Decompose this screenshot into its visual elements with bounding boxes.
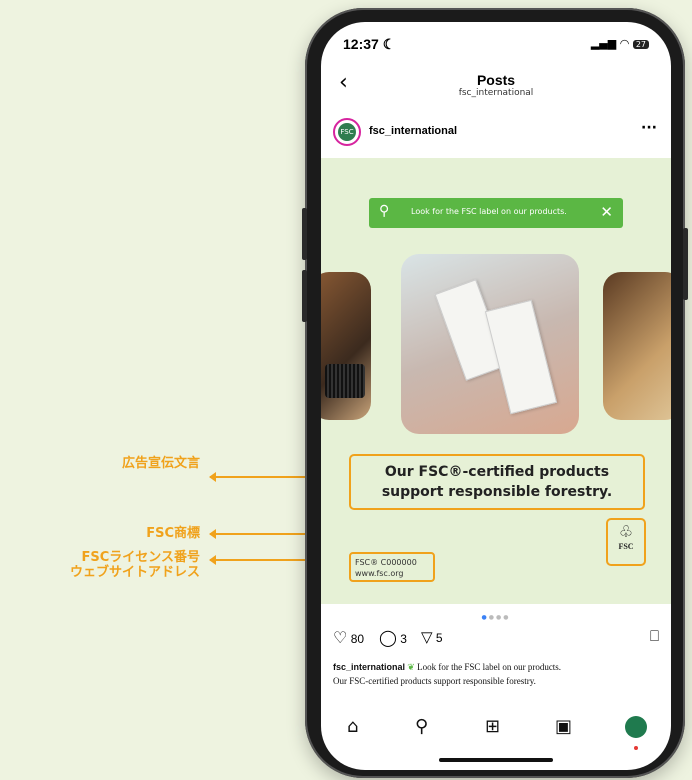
comment-button[interactable]: ◯ 3 <box>379 628 407 648</box>
search-text: Look for the FSC label on our products. <box>411 207 567 216</box>
comment-count: 3 <box>400 632 407 646</box>
back-arrow-icon[interactable]: ‹ <box>339 70 348 95</box>
like-count: 80 <box>350 632 365 646</box>
toothbrush-bristles <box>325 364 365 398</box>
annotation-license-line2: ウェブサイトアドレス <box>69 565 200 580</box>
bookmark-icon[interactable]: ⎕ <box>650 628 659 645</box>
product-image-brush <box>603 272 671 420</box>
status-bar: 12:37 ☾ ▂▄▆ ◠ 27 <box>321 22 671 62</box>
slogan-line2: support responsible forestry. <box>381 484 613 500</box>
comment-icon: ◯ <box>379 630 397 647</box>
product-image-garment-tags <box>401 254 579 434</box>
page-subtitle: fsc_international <box>458 88 534 98</box>
search-icon[interactable]: ⚲ <box>415 716 428 737</box>
post-actions: ♡ 80 ◯ 3 ▽ 5 ⎕ <box>333 628 659 652</box>
share-button[interactable]: ▽ 5 <box>421 628 443 646</box>
product-image-toothbrush <box>321 272 371 420</box>
post-search-bar: ⚲ Look for the FSC label on our products… <box>369 198 623 228</box>
annotation-license: FSCライセンス番号 ウェブサイトアドレス <box>0 550 200 580</box>
nav-header: ‹ Posts fsc_international <box>321 64 671 108</box>
annotation-ad-copy: 広告宣伝文言 <box>121 456 200 471</box>
caption-text-line2: Our FSC-certified products support respo… <box>333 676 536 686</box>
like-button[interactable]: ♡ 80 <box>333 628 364 648</box>
send-icon: ▽ <box>421 629 433 646</box>
slogan-line1: Our FSC®-certified products <box>384 464 610 480</box>
phone-frame: 12:37 ☾ ▂▄▆ ◠ 27 ‹ Posts fsc_internation… <box>302 8 688 778</box>
post-username[interactable]: fsc_international <box>369 125 457 137</box>
phone-side-button <box>683 228 688 300</box>
post-header: FSC fsc_international ··· <box>321 116 671 156</box>
annotation-trademark: FSC商標 <box>146 526 200 541</box>
phone-side-button <box>302 208 307 260</box>
fsc-logo-text: FSC <box>618 542 634 551</box>
caption-text-line1: Look for the FSC label on our products. <box>417 662 562 672</box>
notification-dot <box>634 746 638 750</box>
phone-screen: 12:37 ☾ ▂▄▆ ◠ 27 ‹ Posts fsc_internation… <box>321 22 671 770</box>
close-icon: ✕ <box>600 203 613 221</box>
license-box: FSC® C000000 www.fsc.org <box>349 552 435 582</box>
avatar[interactable]: FSC <box>333 118 361 146</box>
home-indicator <box>439 758 553 762</box>
more-options-icon[interactable]: ··· <box>641 120 657 136</box>
annotation-license-line1: FSCライセンス番号 <box>81 550 200 565</box>
status-icons: ▂▄▆ ◠ 27 <box>591 37 649 50</box>
fsc-tree-icon: ♧ <box>618 522 634 541</box>
leaf-icon: ❦ <box>407 662 415 672</box>
hang-tag <box>484 299 558 415</box>
slogan-box: Our FSC®-certified products support resp… <box>349 454 645 510</box>
website-address: www.fsc.org <box>355 569 404 578</box>
post-image[interactable]: ⚲ Look for the FSC label on our products… <box>321 158 671 604</box>
caption-line1: fsc_international ❦ Look for the FSC lab… <box>333 660 659 674</box>
search-icon: ⚲ <box>379 203 390 219</box>
page-title: Posts <box>476 72 516 88</box>
caption-username[interactable]: fsc_international <box>333 662 405 672</box>
status-time: 12:37 ☾ <box>343 36 396 52</box>
share-count: 5 <box>435 631 443 645</box>
phone-side-button <box>302 270 307 322</box>
profile-avatar[interactable] <box>625 716 647 738</box>
add-post-icon[interactable]: ⊞ <box>485 716 500 737</box>
carousel-dots: ●●●● <box>481 614 511 621</box>
avatar-label: FSC <box>338 123 356 141</box>
license-number: FSC® C000000 <box>355 558 417 567</box>
battery-icon: 27 <box>632 40 649 49</box>
tab-bar: ⌂ ⚲ ⊞ ▣ <box>321 716 671 756</box>
post-caption: fsc_international ❦ Look for the FSC lab… <box>333 660 659 688</box>
fsc-logo: ♧ FSC <box>606 518 646 566</box>
home-icon[interactable]: ⌂ <box>347 716 358 737</box>
heart-icon: ♡ <box>333 630 348 647</box>
reels-icon[interactable]: ▣ <box>555 716 572 737</box>
